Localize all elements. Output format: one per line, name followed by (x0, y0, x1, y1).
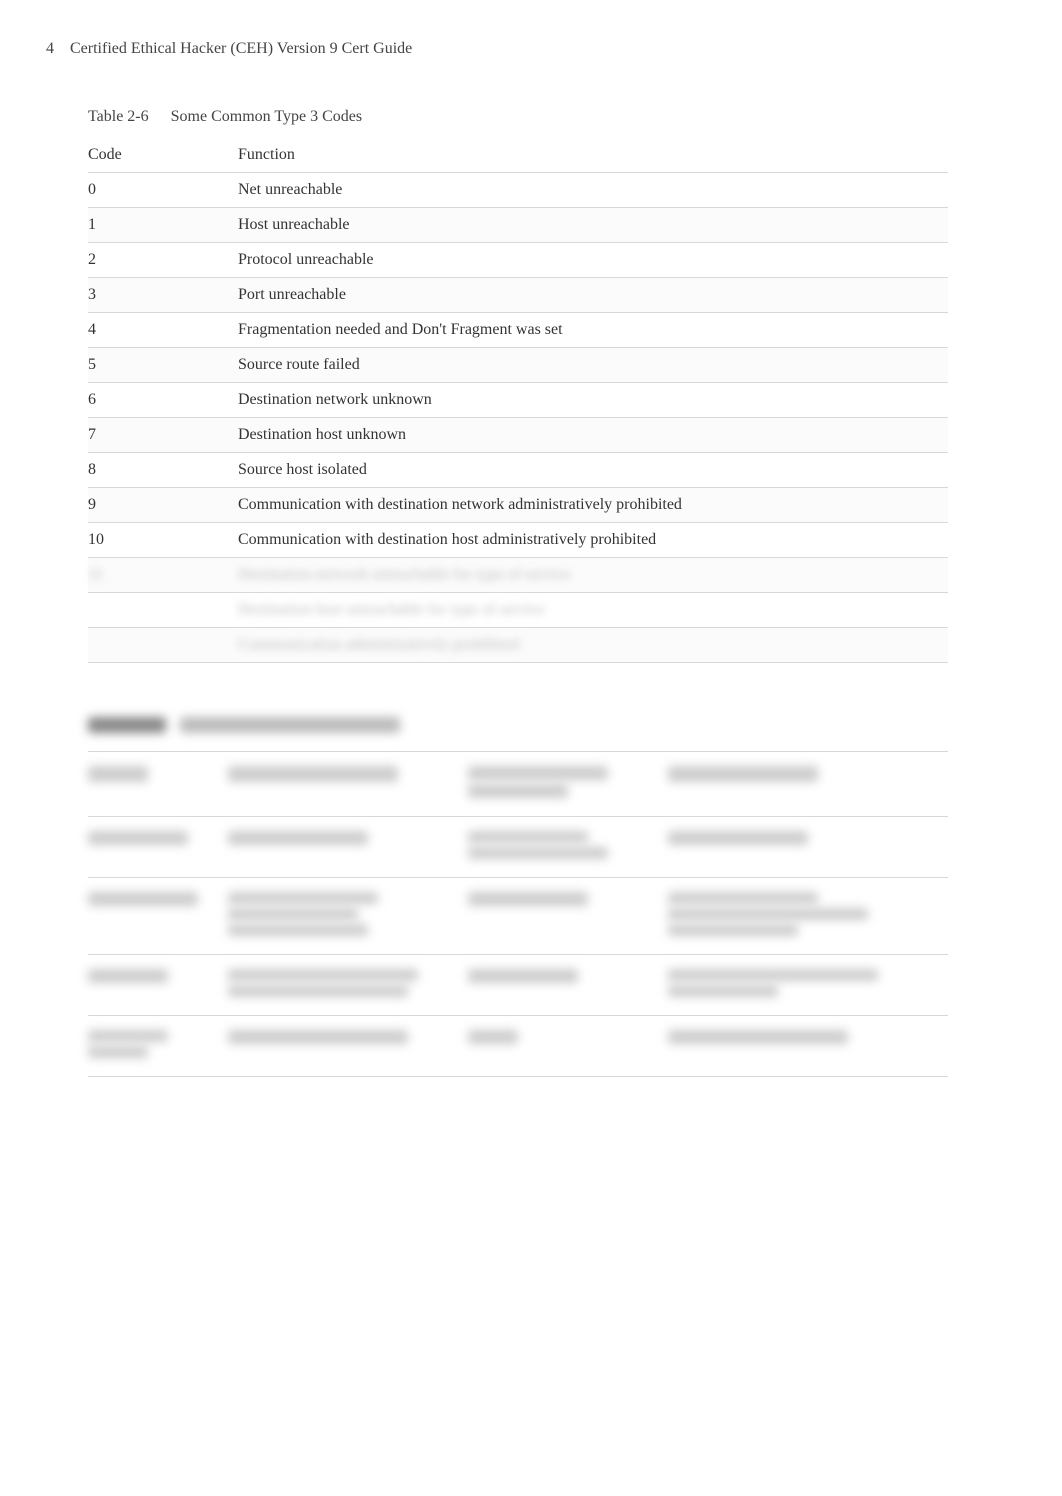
cell-function: Protocol unreachable (238, 243, 948, 278)
th-code: Code (88, 138, 238, 173)
table-row: 1Host unreachable (88, 208, 948, 243)
table-row: 11Destination network unreachable for ty… (88, 558, 948, 593)
cell-code: 0 (88, 173, 238, 208)
book-title: Certified Ethical Hacker (CEH) Version 9… (70, 40, 412, 57)
table-row: Communication administratively prohibite… (88, 628, 948, 663)
table-title: Some Common Type 3 Codes (171, 108, 362, 126)
cell-code: 7 (88, 418, 238, 453)
cell-function: Fragmentation needed and Don't Fragment … (238, 313, 948, 348)
cell-function: Source host isolated (238, 453, 948, 488)
th-function: Function (238, 138, 948, 173)
table-2-6: Code Function 0Net unreachable1Host unre… (88, 138, 948, 663)
page-number: 4 (46, 40, 54, 58)
th-protocols-blurred-2 (468, 784, 568, 798)
table-2-7-caption (88, 717, 1002, 735)
table-2-6-caption: Table 2-6 Some Common Type 3 Codes (88, 108, 1002, 126)
table-row (88, 1016, 948, 1077)
table-row: 6Destination network unknown (88, 383, 948, 418)
page-header: 4 Certified Ethical Hacker (CEH) Version… (40, 40, 1002, 58)
th-responsibility-blurred (228, 766, 398, 782)
cell-function: Destination network unreachable for type… (238, 558, 948, 593)
table-2-7 (88, 751, 948, 1077)
cell-code: 2 (88, 243, 238, 278)
table-row: 10Communication with destination host ad… (88, 523, 948, 558)
cell-code: 11 (88, 558, 238, 593)
table-row: 2Protocol unreachable (88, 243, 948, 278)
cell-function: Communication with destination host admi… (238, 523, 948, 558)
cell-function: Destination host unknown (238, 418, 948, 453)
cell-function: Communication with destination network a… (238, 488, 948, 523)
cell-function: Net unreachable (238, 173, 948, 208)
table-row: 4Fragmentation needed and Don't Fragment… (88, 313, 948, 348)
table-row: 7Destination host unknown (88, 418, 948, 453)
th-attacks-blurred (668, 766, 818, 782)
table-row: 8Source host isolated (88, 453, 948, 488)
th-protocols-blurred-1 (468, 766, 608, 780)
cell-code: 6 (88, 383, 238, 418)
cell-function: Source route failed (238, 348, 948, 383)
cell-code (88, 593, 238, 628)
table-number-blurred (88, 717, 166, 733)
cell-code: 5 (88, 348, 238, 383)
cell-function: Destination host unreachable for type of… (238, 593, 948, 628)
table-row: 3Port unreachable (88, 278, 948, 313)
table-row: 0Net unreachable (88, 173, 948, 208)
table-row: 9Communication with destination network … (88, 488, 948, 523)
th-layer-blurred (88, 766, 148, 782)
cell-function: Port unreachable (238, 278, 948, 313)
table-row (88, 817, 948, 878)
table-number: Table 2-6 (88, 108, 149, 126)
table-row: 5Source route failed (88, 348, 948, 383)
cell-code (88, 628, 238, 663)
cell-code: 8 (88, 453, 238, 488)
cell-code: 9 (88, 488, 238, 523)
cell-code: 1 (88, 208, 238, 243)
cell-code: 3 (88, 278, 238, 313)
table-row (88, 955, 948, 1016)
cell-function: Destination network unknown (238, 383, 948, 418)
table-row (88, 878, 948, 955)
table-title-blurred (180, 717, 400, 733)
cell-code: 4 (88, 313, 238, 348)
cell-function: Communication administratively prohibite… (238, 628, 948, 663)
cell-function: Host unreachable (238, 208, 948, 243)
table-row: Destination host unreachable for type of… (88, 593, 948, 628)
cell-code: 10 (88, 523, 238, 558)
